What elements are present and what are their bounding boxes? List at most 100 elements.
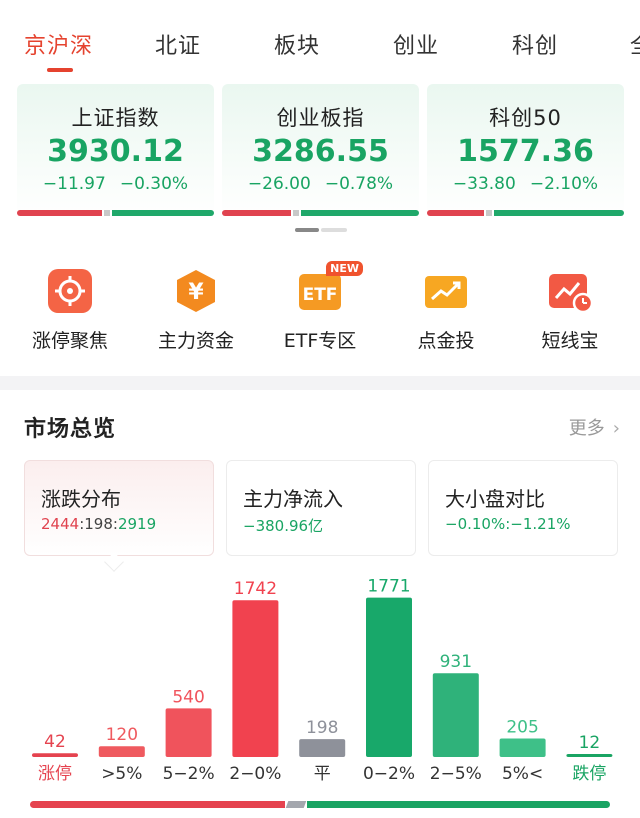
bar-value-label: 42 [44,732,66,752]
target-icon [47,268,93,314]
overview-cards: 涨跌分布 2444:198:2919 主力净流入 −380.96亿 大小盘对比 … [0,460,640,560]
index-card-chinext[interactable]: 创业板指 3286.55 −26.00 −0.78% [222,84,419,218]
breadth-up-segment [17,210,102,216]
index-change-row: −33.80 −2.10% [427,174,624,194]
tab-beizheng[interactable]: 北证 [155,28,201,60]
shortcut-main-funds[interactable]: ¥ 主力资金 [136,268,256,353]
shortcut-label: 点金投 [417,330,475,352]
index-cards: 上证指数 3930.12 −11.97 −0.30% 创业板指 3286.55 −… [17,84,640,224]
category-label: 2−5% [430,764,482,784]
bar-2 [165,708,212,757]
card-main-net-inflow[interactable]: 主力净流入 −380.96亿 [226,460,416,556]
pager-dot-active [295,228,319,232]
more-link[interactable]: 更多 › [569,414,620,440]
card-advance-decline[interactable]: 涨跌分布 2444:198:2919 [24,460,214,556]
breadth-down-segment [111,210,214,216]
bar-6 [432,673,479,757]
breadth-down-segment [300,210,419,216]
bar-value-label: 1771 [367,577,410,597]
index-change-row: −26.00 −0.78% [222,174,419,194]
bar-value-label: 1742 [234,579,277,599]
advance-count: 2444 [41,515,80,533]
more-label: 更多 [568,418,605,439]
tab-quan[interactable]: 全 [630,28,640,60]
index-name: 科创50 [489,106,562,130]
breadth-down-segment [307,801,610,808]
bar-0 [32,753,78,757]
svg-text:ETF: ETF [303,285,338,305]
shortcut-dianjintou[interactable]: 点金投 [386,268,506,353]
shortcut-row: 涨停聚焦 ¥ 主力资金 ETF NEW ETF专区 点金投 短线宝 [0,261,640,368]
category-label: 5%< [502,764,543,784]
index-value: 3286.55 [252,134,389,169]
index-card-shanghai[interactable]: 上证指数 3930.12 −11.97 −0.30% [17,84,214,218]
breadth-up-segment [30,801,286,808]
bar-3 [232,600,279,757]
bar-value-label: 120 [106,725,138,745]
bar-5 [366,597,412,757]
card-title: 涨跌分布 [41,487,121,511]
chart-clock-icon [547,268,594,314]
tab-bankuai[interactable]: 板块 [274,28,320,60]
bar-value-label: 205 [506,718,538,738]
market-overview-title: 市场总览 [24,417,117,442]
distribution-bar-chart: 42 涨停 120 >5% 540 5−2% 1742 2−0% 198 平 1771 0−2% 931… [32,577,613,784]
etf-icon: ETF NEW [297,261,363,314]
bar-8 [566,754,613,757]
shortcut-limit-up-focus[interactable]: 涨停聚焦 [10,268,130,353]
shortcut-label: 短线宝 [541,330,599,352]
index-name: 创业板指 [276,106,365,130]
breadth-flat-segment [486,210,493,216]
category-label: >5% [101,764,142,784]
breadth-up-segment [427,210,485,216]
index-change-pct: −0.78% [324,174,394,194]
index-change-pct: −0.30% [119,174,189,194]
flat-count: 198 [84,515,113,533]
breadth-bar [17,210,214,216]
shortcut-label: 涨停聚焦 [31,330,108,352]
market-tabs: 京沪深 北证 板块 创业 科创 全 [0,0,640,80]
index-change: −26.00 [247,174,311,194]
index-change: −33.80 [452,174,516,194]
section-separator [0,376,640,390]
breadth-down-segment [494,210,624,216]
category-label: 涨停 [38,764,72,784]
shortcut-etf-zone[interactable]: ETF NEW ETF专区 [260,261,380,353]
shortcut-duanxianbao[interactable]: 短线宝 [510,268,630,353]
index-change-row: −11.97 −0.30% [17,174,214,194]
net-inflow-value: −380.96亿 [243,517,324,535]
shortcut-label: 主力资金 [157,330,234,352]
chevron-right-icon: › [612,418,620,439]
bar-4 [299,739,346,757]
breadth-bar [427,210,624,216]
breadth-flat-segment [285,801,307,808]
card-title: 主力净流入 [243,487,343,511]
index-change-pct: −2.10% [529,174,599,194]
index-name: 上证指数 [71,106,160,130]
advance-decline-value: 2444:198:2919 [41,515,156,533]
breadth-flat-segment [103,210,110,216]
bar-value-label: 12 [579,733,601,753]
cap-compare-value: −0.10%:−1.21% [445,515,571,533]
bar-7 [499,738,546,757]
tab-kechuang[interactable]: 科创 [512,28,558,60]
decline-count: 2919 [117,515,157,533]
index-card-star50[interactable]: 科创50 1577.36 −33.80 −2.10% [427,84,624,218]
category-label: 5−2% [163,764,215,784]
ticket-chart-icon [423,268,469,314]
card-title: 大小盘对比 [445,487,545,511]
svg-text:¥: ¥ [188,280,204,305]
bar-1 [98,746,145,757]
yen-hexagon-icon: ¥ [173,268,219,314]
tab-chuangye[interactable]: 创业 [393,28,439,60]
bar-value-label: 540 [172,687,204,707]
carousel-pager [295,228,347,232]
category-label: 跌停 [572,764,606,784]
bar-value-label: 931 [440,652,472,672]
tab-jinghushen[interactable]: 京沪深 [24,28,93,60]
index-change: −11.97 [42,174,106,194]
card-large-small-cap[interactable]: 大小盘对比 −0.10%:−1.21% [428,460,618,556]
advance-decline-chart: 42 涨停 120 >5% 540 5−2% 1742 2−0% 198 平 1771 0−2% 931… [0,570,640,818]
breadth-up-segment [222,210,291,216]
category-label: 0−2% [363,764,415,784]
